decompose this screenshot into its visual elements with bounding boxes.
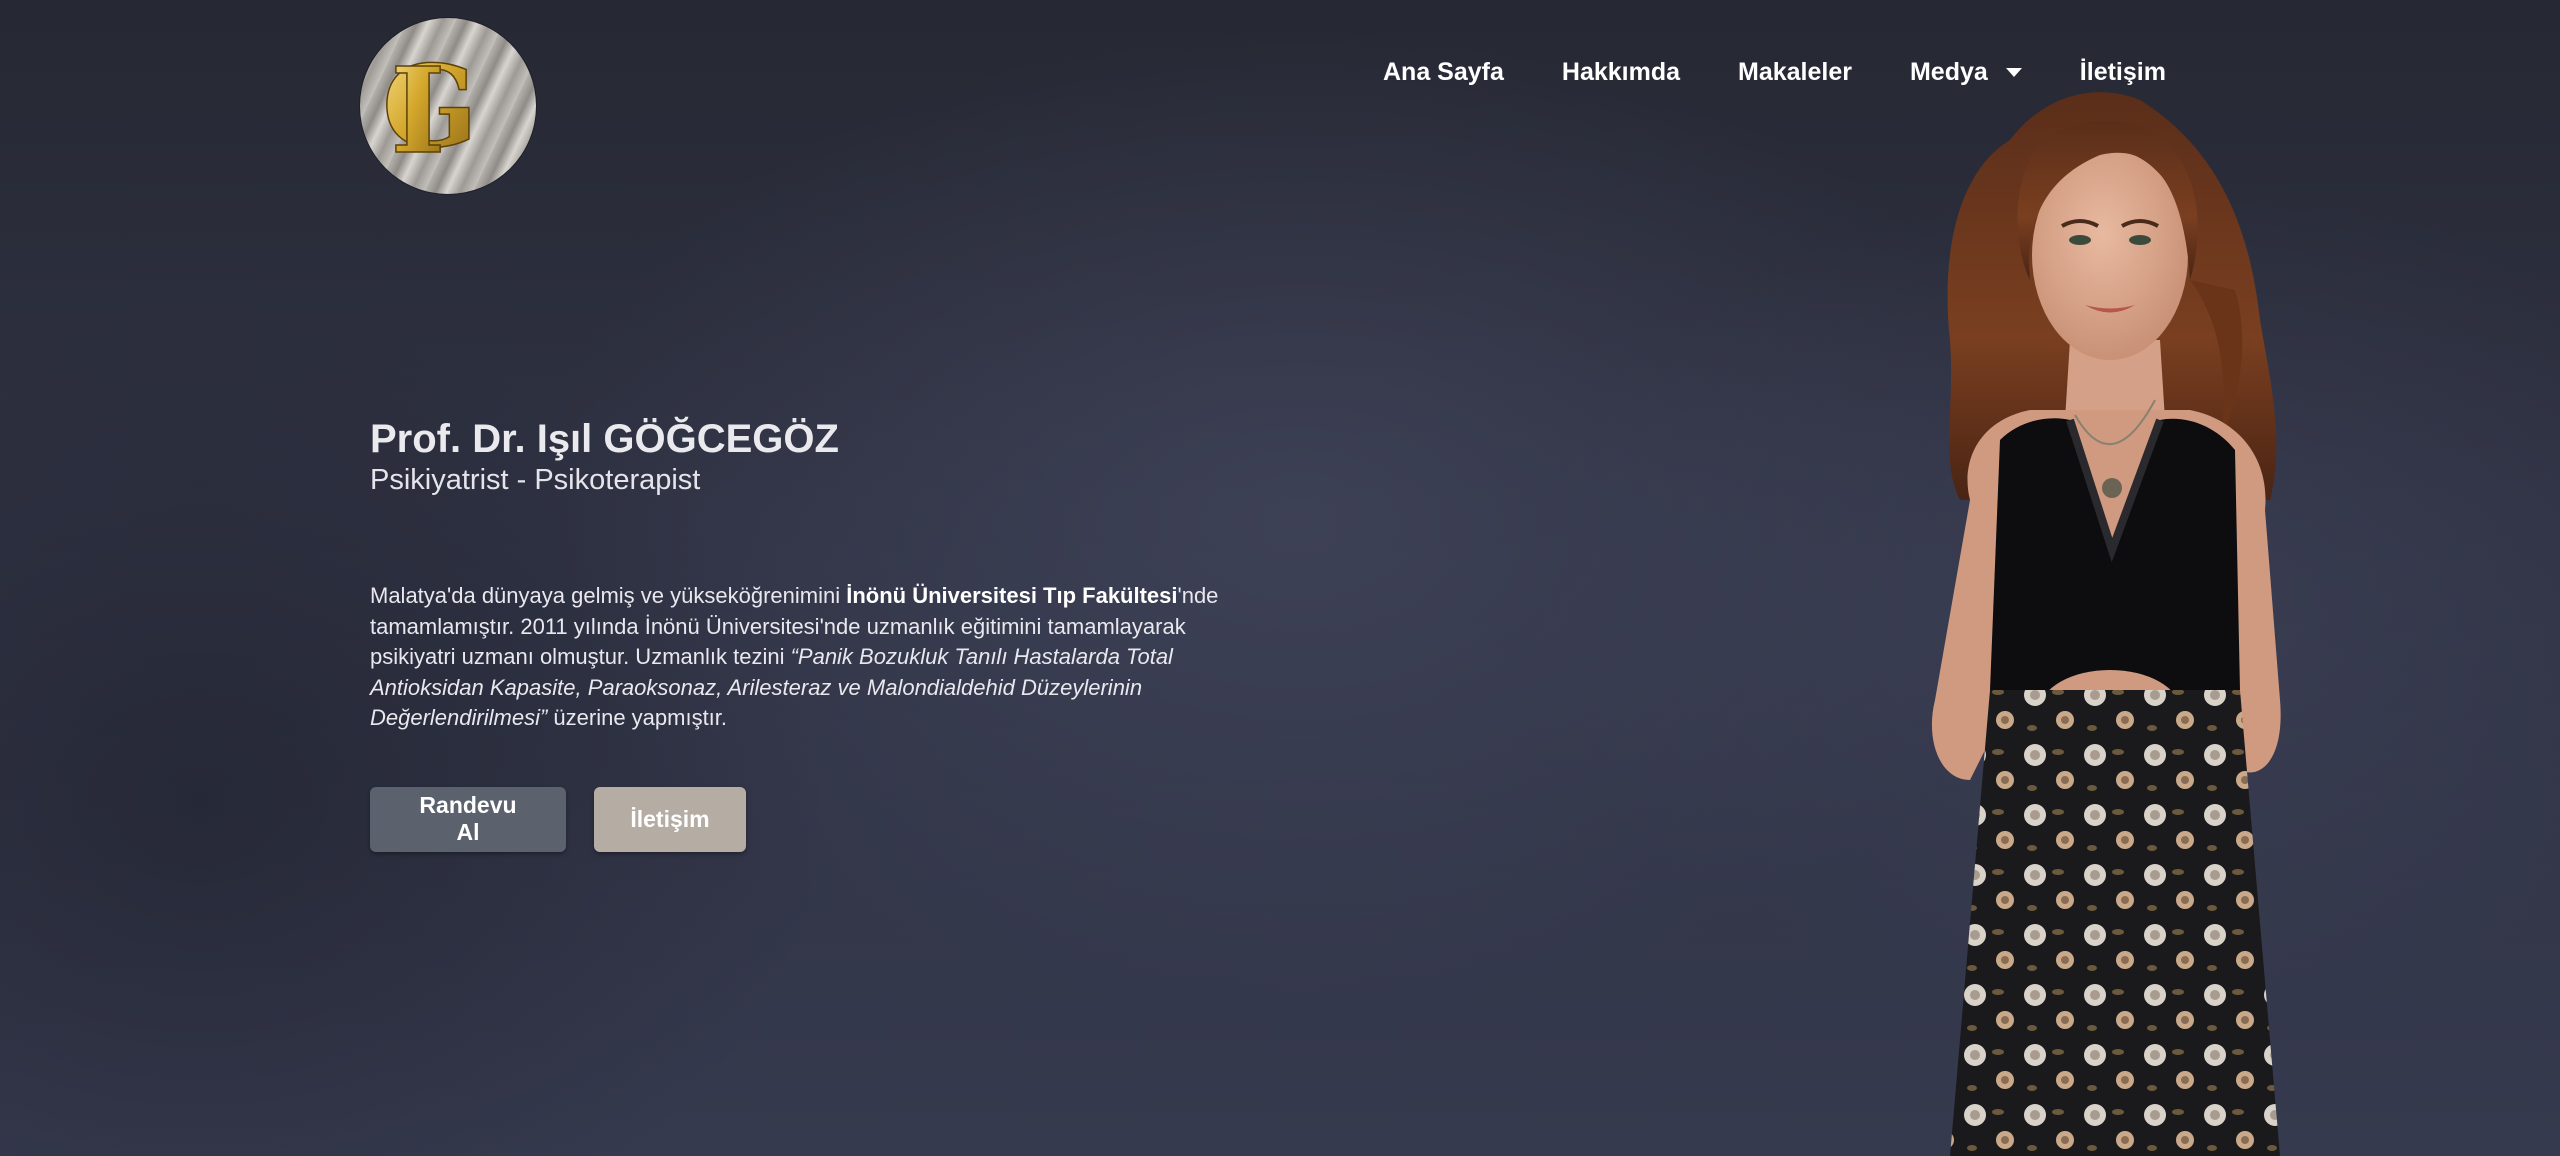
doctor-portrait-image [1931,92,2281,1156]
hero-buttons: Randevu Al İletişim [370,786,1250,852]
bio-text-3: üzerine yapmıştır. [547,705,728,730]
nav-home[interactable]: Ana Sayfa [1383,58,1504,87]
hero-page: G I Ana Sayfa Hakkımda Makaleler Medya İ… [0,0,2560,1156]
contact-button[interactable]: İletişim [594,786,746,852]
page-title: Prof. Dr. Işıl GÖĞCEGÖZ [370,417,839,461]
chevron-down-icon[interactable] [2005,68,2022,77]
bio-paragraph: Malatya'da dünyaya gelmiş ve yükseköğren… [370,581,1240,734]
nav-articles-label: Makaleler [1738,58,1852,86]
nav-about-label: Hakkımda [1561,58,1681,86]
nav-about[interactable]: Hakkımda [1562,58,1680,87]
nav-articles[interactable]: Makaleler [1738,58,1852,87]
page-subtitle: Psikiyatrist - Psikoterapist [370,464,701,496]
site-logo[interactable]: G I [360,18,536,194]
ig-monogram-logo: G I [381,40,478,181]
bio-university: İnönü Üniversitesi Tıp Fakültesi [846,583,1178,608]
svg-text:I: I [390,41,445,180]
appointment-button[interactable]: Randevu Al [370,786,566,852]
nav-home-label: Ana Sayfa [1383,58,1504,86]
bio-text-1: Malatya'da dünyaya gelmiş ve yükseköğren… [370,583,847,608]
hero-section: Prof. Dr. Işıl GÖĞCEGÖZ Psikiyatrist - P… [370,415,1250,852]
